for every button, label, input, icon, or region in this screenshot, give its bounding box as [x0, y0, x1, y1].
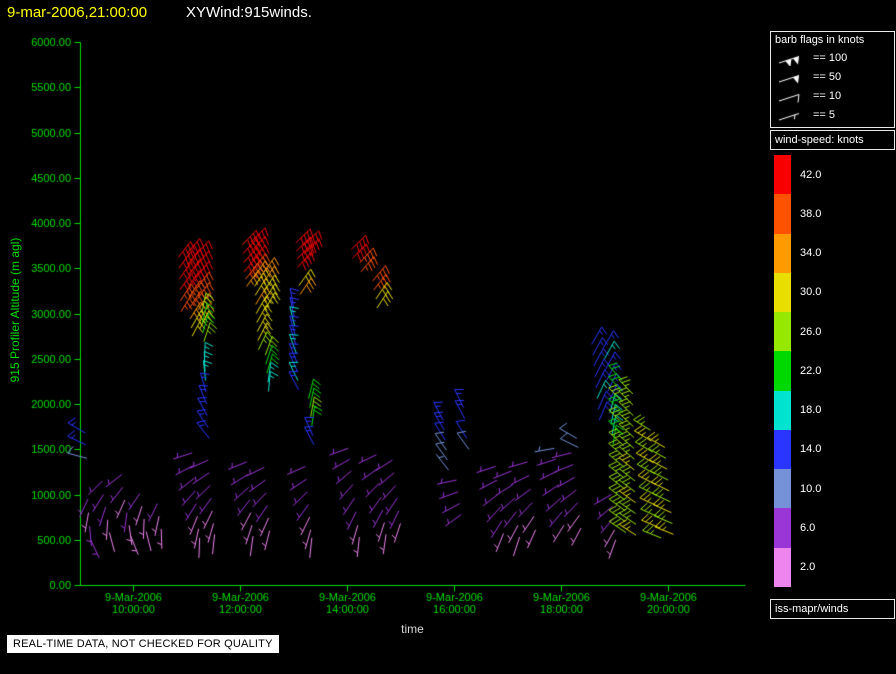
barb-flags-rows: == 100 == 50 == 10 == 5	[775, 48, 890, 124]
colorbar-row: 30.0	[774, 273, 821, 312]
colorbar-value: 2.0	[800, 561, 815, 573]
barb-glyph-icon	[775, 88, 809, 104]
colorbar-swatch	[774, 391, 791, 430]
colorbar-row: 26.0	[774, 312, 821, 351]
colorbar-row: 34.0	[774, 234, 821, 273]
wind-speed-legend-title: wind-speed: knots	[770, 130, 895, 150]
colorbar-swatch	[774, 273, 791, 312]
barb-flag-label: == 5	[813, 109, 835, 121]
colorbar-value: 14.0	[800, 443, 821, 455]
colorbar-row: 22.0	[774, 351, 821, 390]
wind-speed-colorbar: 42.0 38.0 34.0 30.0 26.0 22.0 18.0 14.0 10.0 6.0 2…	[774, 155, 821, 587]
barb-flag-label: == 50	[813, 71, 841, 83]
colorbar-value: 18.0	[800, 404, 821, 416]
barb-glyph-icon	[775, 50, 809, 66]
colorbar-swatch	[774, 430, 791, 469]
y-axis-label: 915 Profiler Altitude (m agl)	[8, 170, 22, 450]
colorbar-value: 6.0	[800, 522, 815, 534]
colorbar-swatch	[774, 351, 791, 390]
colorbar-value: 26.0	[800, 326, 821, 338]
barb-glyph-icon	[775, 69, 809, 85]
colorbar-row: 14.0	[774, 430, 821, 469]
barb-flag-label: == 10	[813, 90, 841, 102]
barb-flag-row: == 10	[775, 86, 890, 105]
wind-barb-plot-canvas	[0, 0, 896, 674]
barb-flag-row: == 100	[775, 48, 890, 67]
wind-profiler-display: 9-mar-2006,21:00:00 XYWind:915winds. 915…	[0, 0, 896, 674]
colorbar-row: 6.0	[774, 508, 821, 547]
x-axis-label: time	[80, 622, 745, 636]
colorbar-swatch	[774, 548, 791, 587]
colorbar-value: 34.0	[800, 247, 821, 259]
colorbar-value: 10.0	[800, 483, 821, 495]
colorbar-value: 22.0	[800, 365, 821, 377]
barb-flags-legend-title: barb flags in knots	[775, 34, 890, 46]
colorbar-value: 42.0	[800, 169, 821, 181]
colorbar-swatch	[774, 155, 791, 194]
colorbar-row: 10.0	[774, 469, 821, 508]
colorbar-value: 38.0	[800, 208, 821, 220]
barb-flag-row: == 5	[775, 105, 890, 124]
plot-datetime: 9-mar-2006,21:00:00	[7, 4, 147, 21]
data-source-label: iss-mapr/winds	[770, 599, 895, 619]
colorbar-value: 30.0	[800, 286, 821, 298]
colorbar-swatch	[774, 234, 791, 273]
colorbar-swatch	[774, 508, 791, 547]
quality-disclaimer: REAL-TIME DATA, NOT CHECKED FOR QUALITY	[7, 635, 279, 653]
colorbar-swatch	[774, 194, 791, 233]
colorbar-row: 18.0	[774, 391, 821, 430]
barb-flag-row: == 50	[775, 67, 890, 86]
colorbar-row: 2.0	[774, 548, 821, 587]
colorbar-swatch	[774, 469, 791, 508]
colorbar-swatch	[774, 312, 791, 351]
colorbar-row: 42.0	[774, 155, 821, 194]
barb-glyph-icon	[775, 107, 809, 123]
plot-title: XYWind:915winds.	[186, 4, 312, 21]
barb-flag-label: == 100	[813, 52, 847, 64]
barb-flags-legend: barb flags in knots == 100 == 50 == 10 == 5	[770, 31, 895, 128]
colorbar-row: 38.0	[774, 194, 821, 233]
